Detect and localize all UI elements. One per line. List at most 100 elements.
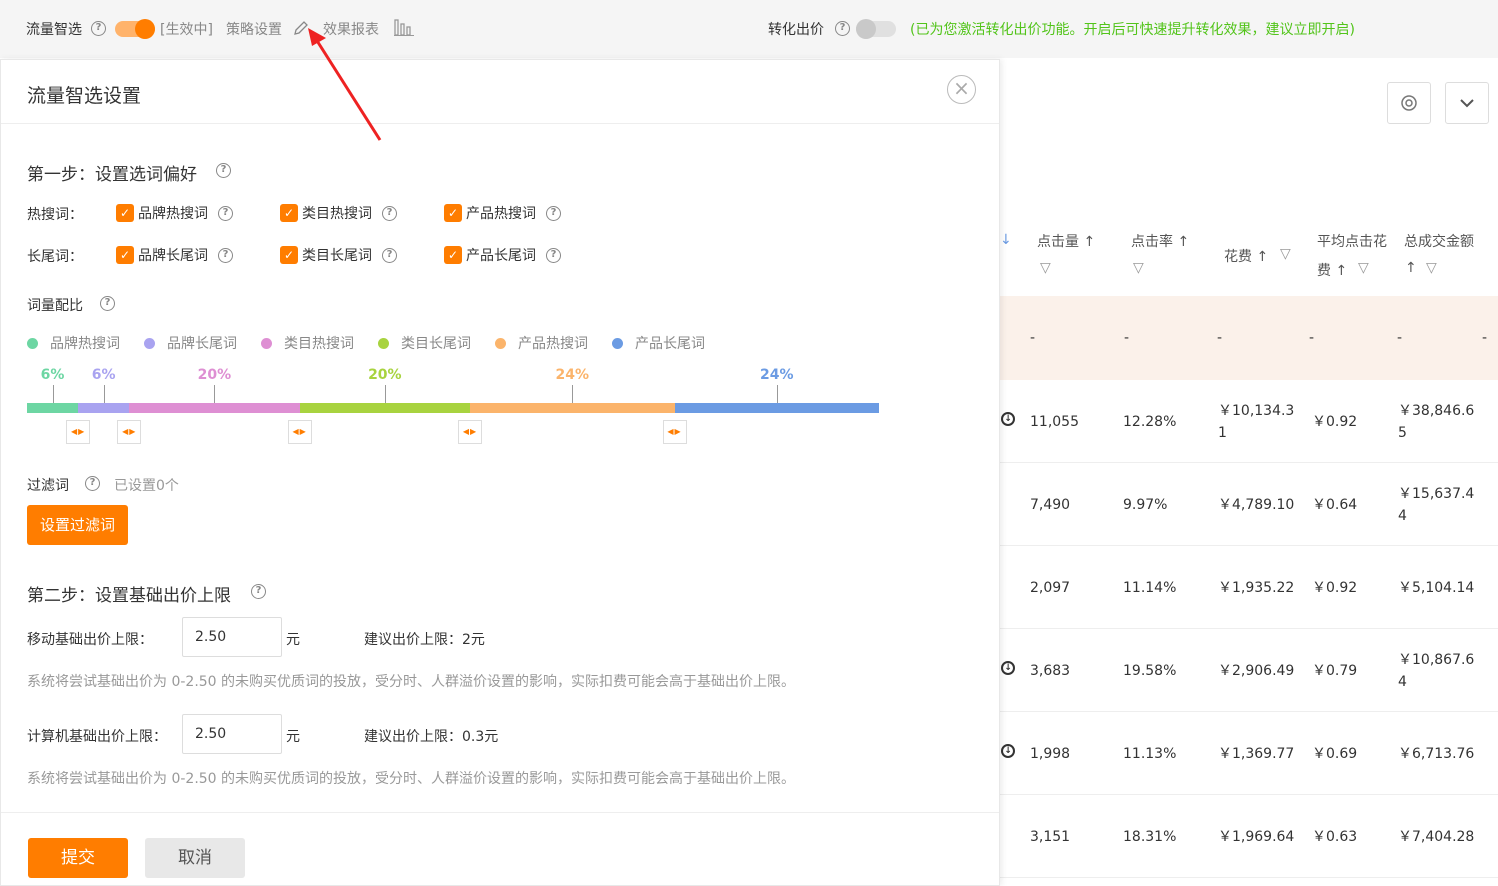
table-row[interactable]: 3,151 18.31% ￥0.63 ￥1,969.64 ￥7,404.28 [1000, 795, 1498, 878]
help-icon[interactable]: ? [216, 163, 231, 178]
help-icon[interactable]: ? [835, 21, 850, 36]
status-badge: [生效中] [160, 22, 213, 38]
col-cost[interactable]: 花费 ↑ [1224, 246, 1268, 266]
ratio-percent-label: 6% [91, 367, 116, 383]
help-icon[interactable]: ? [546, 247, 561, 263]
col-clicks[interactable]: 点击量 ↑ [1037, 231, 1095, 251]
table-cell: 3,151 [1030, 829, 1071, 845]
check-icon: ✓ [116, 204, 134, 222]
summary-cell: - [1124, 330, 1130, 346]
toggle-knob [135, 19, 155, 39]
table-cell: ￥15,637.4 4 [1398, 483, 1474, 527]
ratio-percent-label: 20% [197, 367, 232, 383]
table-cell: 12.28% [1123, 414, 1177, 430]
checkbox-label: 品牌长尾词 [138, 248, 208, 264]
checkbox-product-long[interactable]: ✓ 产品长尾词? [444, 245, 561, 265]
ratio-drag-handle[interactable]: ◀▶ [287, 420, 312, 444]
pc-bid-input[interactable]: 2.50 [182, 714, 282, 754]
check-icon: ✓ [280, 204, 298, 222]
checkbox-brand-hot[interactable]: ✓ 品牌热搜词? [116, 203, 233, 223]
col-gmv-sort[interactable]: ↑ [1405, 260, 1417, 276]
filter-icon[interactable]: ▽ [1426, 260, 1437, 276]
help-icon[interactable]: ? [546, 205, 561, 221]
checkbox-category-hot[interactable]: ✓ 类目热搜词? [280, 203, 397, 223]
mobile-hint: 系统将尝试基础出价为 0-2.50 的未购买优质词的投放，受分时、人群溢价设置的… [27, 674, 796, 690]
mobile-suggest: 建议出价上限：2元 [364, 632, 485, 648]
filter-icon[interactable]: ▽ [1040, 260, 1051, 276]
table-cell: 11.14% [1123, 580, 1177, 596]
settings-button[interactable] [1387, 82, 1431, 124]
set-filter-words-button[interactable]: 设置过滤词 [27, 505, 128, 545]
help-icon[interactable]: ? [85, 476, 100, 491]
help-icon[interactable]: ? [100, 296, 115, 311]
download-icon[interactable]: ↓ [1001, 412, 1015, 426]
summary-cell: - [1482, 330, 1488, 346]
cancel-button[interactable]: 取消 [145, 838, 245, 878]
download-icon[interactable]: ↓ [1001, 661, 1015, 675]
filter-words-label: 过滤词 [27, 478, 69, 494]
col-cpc[interactable]: 平均点击花 [1317, 231, 1387, 251]
col-cpc-2[interactable]: 费 ↑ [1317, 260, 1347, 280]
ratio-percent-label: 6% [40, 367, 65, 383]
checkbox-brand-long[interactable]: ✓ 品牌长尾词? [116, 245, 233, 265]
effect-report-link[interactable]: 效果报表 [323, 19, 379, 39]
help-icon[interactable]: ? [382, 205, 397, 221]
checkbox-category-long[interactable]: ✓ 类目长尾词? [280, 245, 397, 265]
traffic-select-toggle[interactable] [115, 19, 155, 39]
ratio-drag-handle[interactable]: ◀▶ [662, 420, 687, 444]
check-icon: ✓ [280, 246, 298, 264]
mobile-bid-input[interactable]: 2.50 [182, 617, 282, 657]
filter-icon[interactable]: ▽ [1280, 246, 1291, 262]
table-cell: 9.97% [1123, 497, 1168, 513]
legend-item: 产品热搜词 [495, 333, 588, 353]
long-tail-label: 长尾词： [27, 249, 83, 265]
table-row[interactable]: 3,683 19.58% ￥0.79 ￥2,906.49 ￥10,867.6 4 ↓ [1000, 629, 1498, 712]
ratio-segment [470, 403, 675, 413]
check-icon: ✓ [444, 204, 462, 222]
legend-dot-icon [261, 337, 272, 349]
help-icon[interactable]: ? [382, 247, 397, 263]
col-ctr[interactable]: 点击率 ↑ [1131, 231, 1189, 251]
top-toolbar: 流量智选 ? [生效中] 策略设置 效果报表 转化出价 ? (已为您激活转化出价… [0, 0, 1498, 58]
filter-icon[interactable]: ▽ [1358, 260, 1369, 276]
ratio-segment [299, 403, 471, 413]
ratio-label: 词量配比 [27, 298, 83, 314]
legend-item: 类目热搜词 [261, 333, 354, 353]
legend-dot-icon [27, 337, 38, 349]
pencil-icon[interactable] [293, 20, 309, 36]
close-button[interactable]: × [947, 75, 976, 104]
summary-cell: - [1397, 330, 1403, 346]
help-icon[interactable]: ? [218, 247, 233, 263]
table-cell: ￥4,789.10 [1218, 494, 1294, 516]
expand-button[interactable] [1445, 82, 1489, 124]
summary-row: - - - - - - [1000, 296, 1498, 380]
table-cell: ￥0.79 [1312, 663, 1358, 679]
table-row[interactable]: 7,490 9.97% ￥0.64 ￥4,789.10 ￥15,637.4 4 [1000, 463, 1498, 546]
strategy-settings-link[interactable]: 策略设置 [226, 19, 282, 39]
ratio-drag-handle[interactable]: ◀▶ [458, 420, 483, 444]
table-row[interactable]: 2,097 11.14% ￥0.92 ￥1,935.22 ￥5,104.14 [1000, 546, 1498, 629]
table-cell: 19.58% [1123, 663, 1177, 679]
sort-down-icon[interactable]: ↓ [1000, 232, 1012, 248]
pc-hint: 系统将尝试基础出价为 0-2.50 的未购买优质词的投放，受分时、人群溢价设置的… [27, 771, 796, 787]
col-gmv[interactable]: 总成交金额 [1404, 231, 1474, 251]
conversion-bid-toggle[interactable] [856, 19, 896, 39]
checkbox-product-hot[interactable]: ✓ 产品热搜词? [444, 203, 561, 223]
help-icon[interactable]: ? [91, 21, 106, 36]
bar-chart-icon[interactable] [394, 18, 414, 36]
table-row[interactable]: 1,998 11.13% ￥0.69 ￥1,369.77 ￥6,713.76 ↓ [1000, 712, 1498, 795]
chevron-down-icon [1460, 99, 1474, 108]
ratio-drag-handle[interactable]: ◀▶ [117, 420, 142, 444]
table-cell: ￥0.69 [1312, 746, 1358, 762]
help-icon[interactable]: ? [251, 584, 266, 599]
check-icon: ✓ [116, 246, 134, 264]
table-row[interactable]: 11,055 12.28% ￥0.92 ￥10,134.3 1 ￥38,846.6 5 ↓ [1000, 380, 1498, 463]
legend-dot-icon [495, 337, 506, 349]
submit-button[interactable]: 提交 [28, 838, 128, 878]
ratio-drag-handle[interactable]: ◀▶ [66, 420, 91, 444]
help-icon[interactable]: ? [218, 205, 233, 221]
download-icon[interactable]: ↓ [1001, 744, 1015, 758]
filter-icon[interactable]: ▽ [1133, 260, 1144, 276]
ratio-tick [52, 385, 54, 403]
modal-footer-divider [1, 812, 999, 813]
